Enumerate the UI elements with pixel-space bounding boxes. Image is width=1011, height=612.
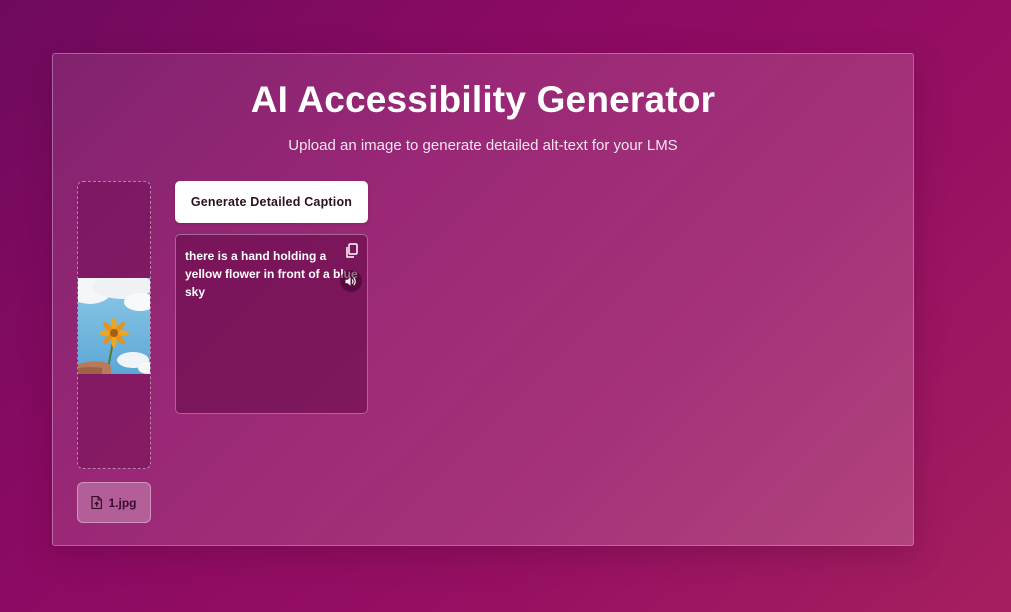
file-upload-icon xyxy=(91,496,103,509)
speaker-icon xyxy=(345,276,356,286)
caption-text: there is a hand holding a yellow flower … xyxy=(185,249,358,299)
file-chip[interactable]: 1.jpg xyxy=(77,482,151,523)
speak-button[interactable] xyxy=(340,270,362,292)
main-card: AI Accessibility Generator Upload an ima… xyxy=(52,53,914,546)
page-title: AI Accessibility Generator xyxy=(250,79,716,120)
image-dropzone[interactable] xyxy=(77,181,151,469)
file-name: 1.jpg xyxy=(108,495,137,510)
caption-output: there is a hand holding a yellow flower … xyxy=(175,234,368,414)
page-subtitle: Upload an image to generate detailed alt… xyxy=(288,137,678,154)
image-preview xyxy=(78,278,150,374)
copy-icon[interactable] xyxy=(345,243,359,259)
generate-caption-button[interactable]: Generate Detailed Caption xyxy=(175,181,368,223)
